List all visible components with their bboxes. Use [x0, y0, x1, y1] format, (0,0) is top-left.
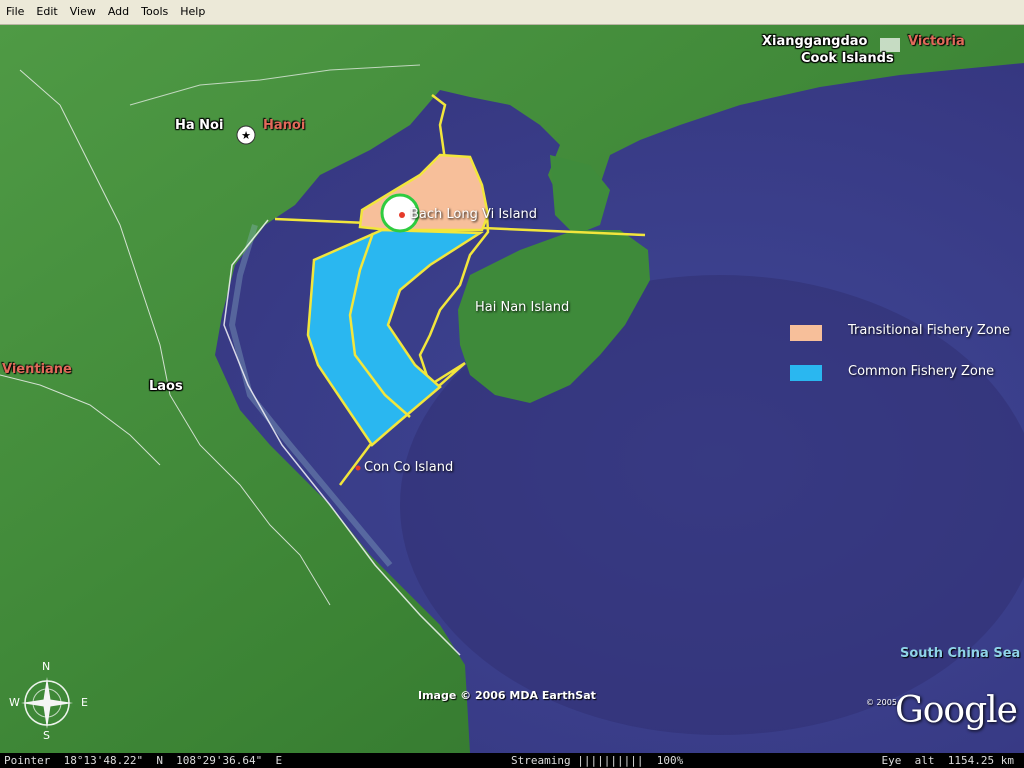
menu-file[interactable]: File	[0, 1, 30, 23]
menu-view[interactable]: View	[64, 1, 102, 23]
compass-s: S	[43, 729, 50, 742]
bach-long-vi-marker[interactable]	[399, 212, 405, 218]
status-bar: Pointer 18°13'48.22" N 108°29'36.64" E S…	[0, 753, 1024, 768]
con-co-marker[interactable]	[355, 465, 361, 471]
google-logo: Google	[895, 690, 1018, 731]
menu-edit[interactable]: Edit	[30, 1, 63, 23]
menu-tools[interactable]: Tools	[135, 1, 174, 23]
compass-n: N	[42, 660, 51, 673]
streaming-status: Streaming |||||||||| 100%	[511, 754, 684, 767]
label-xianggangdao[interactable]: Xianggangdao	[762, 34, 867, 49]
svg-text:★: ★	[241, 129, 251, 142]
hongkong-marker-icon[interactable]	[880, 38, 900, 52]
label-south-china-sea[interactable]: South China Sea	[900, 646, 1020, 661]
eye-altitude: Eye alt 1154.25 km	[881, 754, 1014, 767]
legend-swatch-common	[790, 365, 822, 381]
pointer-coordinates: Pointer 18°13'48.22" N 108°29'36.64" E	[4, 754, 283, 767]
map-viewport[interactable]: ★ Ha Noi Hanoi Vientiane Laos Xianggangd…	[0, 25, 1024, 753]
label-cook-islands[interactable]: Cook Islands	[801, 51, 894, 66]
legend-label-common: Common Fishery Zone	[848, 364, 995, 379]
label-hanoi[interactable]: Hanoi	[263, 118, 305, 133]
label-victoria[interactable]: Victoria	[908, 34, 965, 49]
legend-label-transitional: Transitional Fishery Zone	[848, 323, 1010, 338]
copyright-year: © 2005	[866, 698, 897, 707]
label-ha-noi[interactable]: Ha Noi	[175, 118, 223, 133]
menu-help[interactable]: Help	[174, 1, 211, 23]
menu-add[interactable]: Add	[102, 1, 135, 23]
label-con-co-island[interactable]: Con Co Island	[364, 460, 453, 475]
label-vientiane[interactable]: Vientiane	[2, 362, 72, 377]
compass-e: E	[81, 696, 88, 709]
compass-w: W	[9, 696, 20, 709]
label-bach-long-vi-island[interactable]: Bach Long Vi Island	[410, 207, 537, 222]
label-hai-nan-island[interactable]: Hai Nan Island	[475, 300, 569, 315]
menu-bar: File Edit View Add Tools Help	[0, 0, 1024, 25]
legend-swatch-transitional	[790, 325, 822, 341]
label-laos[interactable]: Laos	[149, 379, 183, 394]
imagery-credit: Image © 2006 MDA EarthSat	[418, 689, 596, 702]
